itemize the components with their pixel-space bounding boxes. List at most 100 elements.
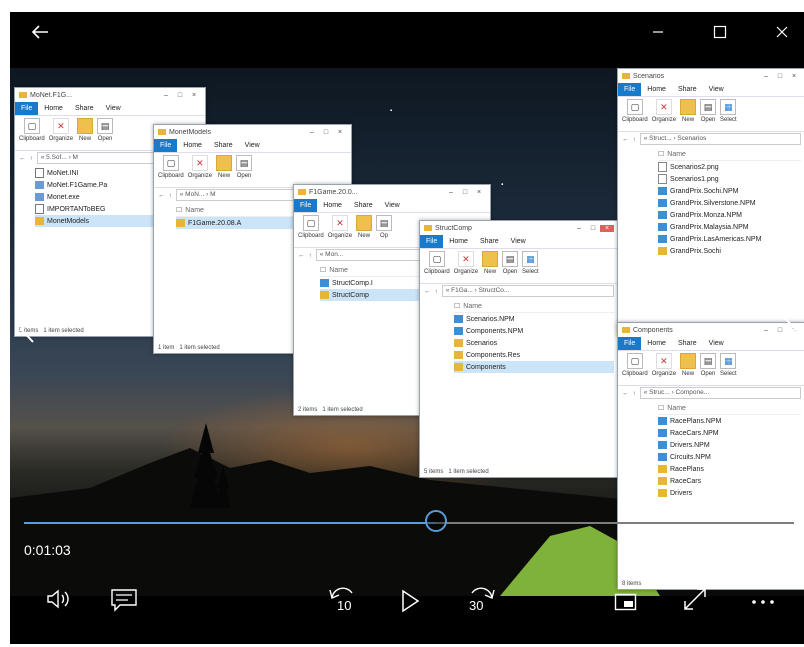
ribbon-button[interactable]: ▤ Open bbox=[236, 155, 253, 179]
maximize-icon[interactable]: □ bbox=[773, 73, 787, 80]
rewind-icon[interactable]: 10 bbox=[328, 584, 358, 618]
play-icon[interactable] bbox=[400, 588, 420, 619]
ribbon-button[interactable]: ✕ Organize bbox=[49, 118, 73, 142]
mini-view-icon[interactable] bbox=[614, 592, 638, 617]
address-bar[interactable]: ← ↑ « Struc... › Compone... bbox=[618, 386, 804, 400]
list-item[interactable]: Components.Res bbox=[454, 349, 614, 361]
ribbon-button[interactable]: ✕ Organize bbox=[652, 353, 676, 377]
window-titlebar[interactable]: StructComp – □ × bbox=[420, 221, 618, 235]
close-icon[interactable] bbox=[764, 16, 800, 48]
forward-icon[interactable]: 30 bbox=[462, 584, 496, 618]
minimize-icon[interactable]: – bbox=[305, 129, 319, 136]
ribbon-tab[interactable]: Home bbox=[641, 340, 672, 347]
ribbon-button[interactable]: New bbox=[77, 118, 94, 142]
up-icon[interactable]: ↑ bbox=[309, 252, 312, 259]
ribbon-button[interactable]: ▤ Open bbox=[700, 353, 717, 377]
list-item[interactable]: RacePlans bbox=[658, 463, 801, 475]
address-path[interactable]: « Struc... › Compone... bbox=[639, 387, 801, 399]
up-icon[interactable]: ↑ bbox=[30, 155, 33, 162]
column-header[interactable]: ☐ Name bbox=[658, 148, 801, 161]
maximize-icon[interactable]: □ bbox=[173, 92, 187, 99]
ribbon-tab[interactable]: View bbox=[505, 238, 532, 245]
ribbon-tab[interactable]: File bbox=[154, 139, 178, 152]
back-nav-icon[interactable]: ← bbox=[158, 192, 165, 199]
ribbon-tab[interactable]: Home bbox=[641, 86, 672, 93]
ribbon-tab[interactable]: View bbox=[100, 105, 127, 112]
list-item[interactable]: RaceCars bbox=[658, 475, 801, 487]
ribbon-button[interactable]: ▢ Clipboard bbox=[424, 251, 450, 275]
ribbon-button[interactable]: ▤ Open bbox=[97, 118, 114, 142]
back-nav-icon[interactable]: ← bbox=[298, 252, 305, 259]
prev-icon[interactable] bbox=[18, 314, 36, 351]
back-nav-icon[interactable]: ← bbox=[622, 390, 629, 397]
list-item[interactable]: GrandPrix.Sochi.NPM bbox=[658, 185, 801, 197]
window-titlebar[interactable]: F1Game.20.0... – □ × bbox=[294, 185, 490, 199]
back-arrow-icon[interactable] bbox=[22, 16, 58, 48]
column-header[interactable]: ☐ Name bbox=[658, 402, 801, 415]
close-icon[interactable]: × bbox=[787, 73, 801, 80]
ribbon-button[interactable]: ▤ Op bbox=[376, 215, 393, 239]
ribbon-tab[interactable]: Share bbox=[474, 238, 505, 245]
maximize-icon[interactable]: □ bbox=[319, 129, 333, 136]
ribbon-tab[interactable]: Share bbox=[348, 202, 379, 209]
ribbon-tab[interactable]: Share bbox=[69, 105, 100, 112]
list-item[interactable]: Components bbox=[454, 361, 614, 373]
list-item[interactable]: Scenarios1.png bbox=[658, 173, 801, 185]
ribbon-tab[interactable]: Home bbox=[317, 202, 348, 209]
back-nav-icon[interactable]: ← bbox=[19, 155, 26, 162]
list-item[interactable]: Circuits.NPM bbox=[658, 451, 801, 463]
ribbon-button[interactable]: ▢ Clipboard bbox=[298, 215, 324, 239]
ribbon-tab[interactable]: View bbox=[703, 86, 730, 93]
minimize-icon[interactable]: – bbox=[572, 225, 586, 232]
minimize-icon[interactable]: – bbox=[159, 92, 173, 99]
fullscreen-icon[interactable] bbox=[682, 586, 708, 617]
ribbon-button[interactable]: New bbox=[680, 99, 697, 123]
ribbon-button[interactable]: ✕ Organize bbox=[328, 215, 352, 239]
ribbon-tab[interactable]: View bbox=[379, 202, 406, 209]
ribbon-button[interactable]: ✕ Organize bbox=[188, 155, 212, 179]
list-item[interactable]: Drivers.NPM bbox=[658, 439, 801, 451]
minimize-icon[interactable]: – bbox=[759, 327, 773, 334]
list-item[interactable]: GrandPrix.Silverstone.NPM bbox=[658, 197, 801, 209]
ribbon-button[interactable]: New bbox=[680, 353, 697, 377]
ribbon-tab[interactable]: File bbox=[618, 83, 642, 96]
list-item[interactable]: RacePlans.NPM bbox=[658, 415, 801, 427]
window-titlebar[interactable]: MonetModels – □ × bbox=[154, 125, 351, 139]
ribbon-tab[interactable]: Home bbox=[177, 142, 208, 149]
ribbon-button[interactable]: ▤ Open bbox=[700, 99, 717, 123]
ribbon-tab[interactable]: Home bbox=[38, 105, 69, 112]
minimize-icon[interactable]: – bbox=[444, 189, 458, 196]
ribbon-tab[interactable]: View bbox=[703, 340, 730, 347]
back-nav-icon[interactable]: ← bbox=[424, 288, 431, 295]
close-icon[interactable]: × bbox=[333, 129, 347, 136]
list-item[interactable]: Scenarios.NPM bbox=[454, 313, 614, 325]
ribbon-tab[interactable]: File bbox=[420, 235, 444, 248]
ribbon-button[interactable]: ✕ Organize bbox=[454, 251, 478, 275]
ribbon-button[interactable]: ▦ Select bbox=[522, 251, 539, 275]
seek-thumb[interactable] bbox=[424, 510, 447, 532]
ribbon-button[interactable]: ▢ Clipboard bbox=[19, 118, 45, 142]
seek-bar[interactable] bbox=[24, 510, 794, 532]
ribbon-tab[interactable]: File bbox=[15, 102, 39, 115]
address-bar[interactable]: ← ↑ « F1Ga... › StructCo... bbox=[420, 284, 618, 298]
list-item[interactable]: Drivers bbox=[658, 487, 801, 499]
window-titlebar[interactable]: Components – □ × bbox=[618, 323, 804, 337]
ribbon-button[interactable]: New bbox=[356, 215, 373, 239]
minimize-icon[interactable]: – bbox=[759, 73, 773, 80]
list-item[interactable]: GrandPrix.Malaysia.NPM bbox=[658, 221, 801, 233]
up-icon[interactable]: ↑ bbox=[169, 192, 172, 199]
list-item[interactable]: GrandPrix.Monza.NPM bbox=[658, 209, 801, 221]
ribbon-tab[interactable]: Share bbox=[672, 86, 703, 93]
ribbon-button[interactable]: ▢ Clipboard bbox=[158, 155, 184, 179]
maximize-icon[interactable]: □ bbox=[458, 189, 472, 196]
ribbon-tab[interactable]: Home bbox=[443, 238, 474, 245]
more-icon[interactable] bbox=[750, 594, 776, 612]
address-path[interactable]: « Struct... › Scenarios bbox=[639, 133, 801, 145]
ribbon-tab[interactable]: File bbox=[294, 199, 318, 212]
explorer-window[interactable]: Scenarios – □ × File Home Share View ▢ Clipbo… bbox=[617, 68, 804, 336]
list-item[interactable]: Scenarios2.png bbox=[658, 161, 801, 173]
ribbon-button[interactable]: ▤ Open bbox=[502, 251, 519, 275]
maximize-icon[interactable] bbox=[702, 16, 738, 48]
volume-icon[interactable] bbox=[44, 586, 74, 617]
back-nav-icon[interactable]: ← bbox=[622, 136, 629, 143]
